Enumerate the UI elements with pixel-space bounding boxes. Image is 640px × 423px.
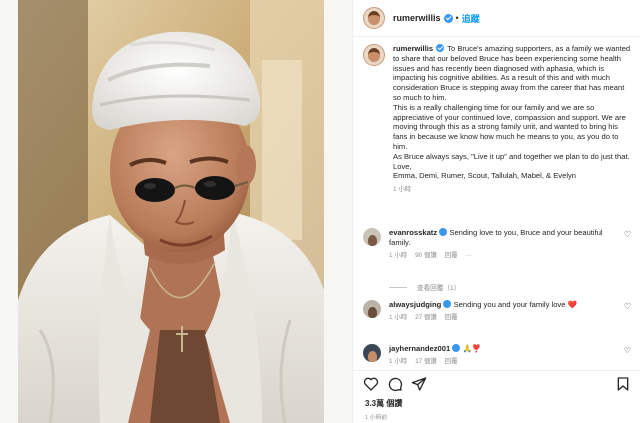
separator-dot: • bbox=[455, 13, 459, 23]
comment-time: 1 小時 bbox=[389, 357, 408, 365]
reply-button[interactable]: 回覆 bbox=[445, 358, 458, 365]
commenter-avatar[interactable] bbox=[363, 300, 381, 318]
comment-emoji: 🙏❣️ bbox=[462, 344, 482, 353]
comment-item: jayhernandez001 🙏❣️ 1 小時 17 個讚 回覆 ♡ bbox=[363, 344, 635, 367]
bookmark-icon[interactable] bbox=[615, 376, 631, 392]
comment-username[interactable]: alwaysjudging bbox=[389, 300, 441, 309]
caption-names: Emma, Demi, Rumer, Scout, Tallulah, Mabe… bbox=[393, 171, 577, 181]
comment-time: 1 小時 bbox=[389, 313, 408, 321]
paper-plane-icon[interactable] bbox=[411, 376, 427, 392]
reply-button[interactable]: 回覆 bbox=[445, 314, 458, 321]
view-replies-link[interactable]: 查看回覆（1） bbox=[389, 282, 460, 292]
comment-bubble-icon[interactable] bbox=[387, 376, 403, 392]
comment-item: alwaysjudging Sending you and your famil… bbox=[363, 300, 635, 323]
comment-likes[interactable]: 17 個讚 bbox=[415, 358, 437, 365]
replies-divider bbox=[389, 286, 407, 288]
comment-item: evanrosskatz Sending love to you, Bruce … bbox=[363, 228, 635, 260]
author-username[interactable]: rumerwillis bbox=[393, 13, 441, 23]
caption-username[interactable]: rumerwillis bbox=[393, 44, 433, 53]
comment-like-heart-icon[interactable]: ♡ bbox=[624, 347, 631, 355]
comment-emoji: ❤️ bbox=[567, 300, 578, 309]
comment-likes[interactable]: 90 個讚 bbox=[415, 252, 437, 259]
post-photo-image bbox=[0, 0, 352, 423]
comment-text: Sending you and your family love bbox=[453, 300, 566, 309]
caption-signoff: Love, bbox=[393, 161, 412, 171]
heart-outline-icon[interactable] bbox=[363, 376, 379, 392]
comment-like-heart-icon[interactable]: ♡ bbox=[624, 231, 631, 239]
post-caption: rumerwillis To Bruce's amazing supporter… bbox=[363, 44, 635, 195]
commenter-avatar[interactable] bbox=[363, 228, 381, 246]
post-header: rumerwillis • 追蹤 bbox=[353, 0, 640, 37]
caption-paragraph-3: As Bruce always says, "Live it up" and t… bbox=[393, 151, 630, 161]
comment-time: 1 小時 bbox=[389, 251, 408, 259]
comment-like-heart-icon[interactable]: ♡ bbox=[624, 303, 631, 311]
caption-text: rumerwillis To Bruce's amazing supporter… bbox=[393, 44, 633, 195]
verified-badge-icon bbox=[452, 344, 461, 352]
post-photo[interactable] bbox=[0, 0, 352, 423]
post-panel: rumerwillis • 追蹤 rumerwillis To Bruce's … bbox=[352, 0, 640, 423]
author-avatar[interactable] bbox=[363, 7, 385, 29]
verified-badge-icon bbox=[443, 13, 453, 23]
comment-username[interactable]: evanrosskatz bbox=[389, 228, 437, 237]
verified-badge-icon bbox=[439, 228, 448, 236]
reply-button[interactable]: 回覆 bbox=[445, 252, 458, 259]
ellipsis-icon[interactable]: ··· bbox=[466, 252, 472, 259]
comment-username[interactable]: jayhernandez001 bbox=[389, 344, 450, 353]
action-bar bbox=[353, 370, 640, 396]
view-replies-label[interactable]: 查看回覆（1） bbox=[417, 282, 460, 292]
caption-paragraph-2: This is a really challenging time for ou… bbox=[393, 102, 626, 151]
verified-badge-icon bbox=[443, 300, 452, 308]
comment-likes[interactable]: 27 個讚 bbox=[415, 314, 437, 321]
post-timestamp: 1 小時前 bbox=[365, 415, 388, 421]
follow-button[interactable]: 追蹤 bbox=[462, 12, 480, 25]
verified-badge-icon bbox=[436, 44, 445, 52]
caption-time: 1 小時 bbox=[393, 186, 412, 194]
likes-count[interactable]: 3.3萬 個讚 bbox=[365, 398, 402, 409]
commenter-avatar[interactable] bbox=[363, 344, 381, 362]
caption-avatar[interactable] bbox=[363, 44, 385, 66]
